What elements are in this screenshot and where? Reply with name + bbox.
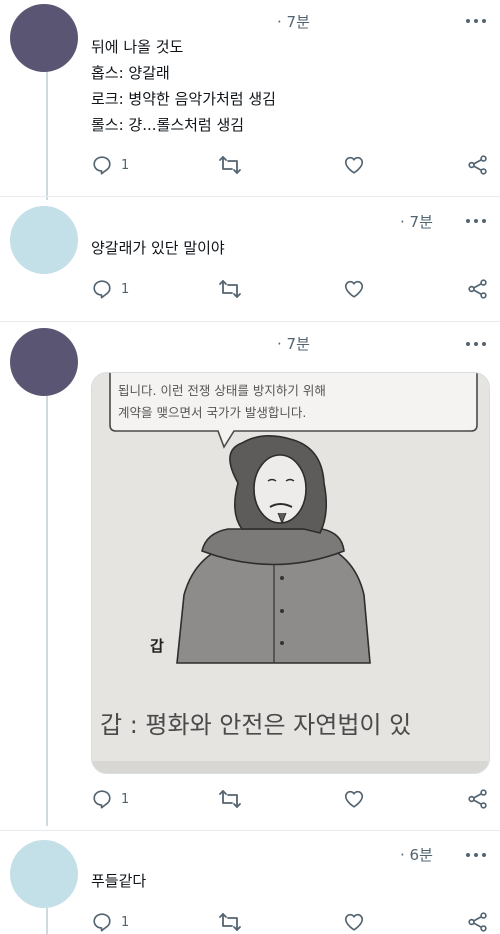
tweet-text: 뒤에 나올 것도 홉스: 양갈래 로크: 병약한 음악가처럼 생김 롤스: 걍.… <box>91 38 276 134</box>
reply-icon <box>91 788 113 810</box>
more-icon[interactable] <box>466 341 486 347</box>
tweet-actions: 1 <box>91 787 491 811</box>
reply-button[interactable]: 1 <box>91 910 129 934</box>
more-icon[interactable] <box>466 218 486 224</box>
like-icon <box>343 154 365 176</box>
tweet-time[interactable]: · 6분 <box>400 844 433 865</box>
thread-line <box>46 70 48 200</box>
tweet-divider <box>0 321 500 322</box>
retweet-button[interactable] <box>218 910 242 934</box>
share-button[interactable] <box>467 153 489 177</box>
tweet-actions: 1 <box>91 910 491 934</box>
tweet-divider <box>0 196 500 197</box>
reply-count: 1 <box>121 281 130 297</box>
like-icon <box>343 278 365 300</box>
thread-line <box>46 396 48 826</box>
retweet-button[interactable] <box>218 277 242 301</box>
tweet-actions: 1 <box>91 153 491 177</box>
bubble-text-line2: 계약을 맺으면서 국가가 발생합니다. <box>118 405 306 420</box>
retweet-icon <box>218 154 242 176</box>
avatar[interactable] <box>10 328 78 396</box>
avatar[interactable] <box>10 4 78 72</box>
reply-count: 1 <box>121 914 130 930</box>
retweet-icon <box>218 278 242 300</box>
retweet-icon <box>218 788 242 810</box>
reply-button[interactable]: 1 <box>91 153 129 177</box>
more-icon[interactable] <box>466 18 486 24</box>
reply-count: 1 <box>121 157 130 173</box>
reply-button[interactable]: 1 <box>91 787 129 811</box>
tweet-text: 푸들같다 <box>91 872 147 890</box>
figure-label: 갑 <box>150 637 164 655</box>
tweet-time[interactable]: · 7분 <box>400 211 433 232</box>
tweet-divider <box>0 830 500 831</box>
share-icon <box>467 788 489 810</box>
tweet-media-image[interactable]: 됩니다. 이런 전쟁 상태를 방지하기 위해 계약을 맺으면서 국가가 발생합니… <box>91 372 490 774</box>
share-button[interactable] <box>467 910 489 934</box>
reply-icon <box>91 154 113 176</box>
like-button[interactable] <box>343 277 365 301</box>
share-button[interactable] <box>467 787 489 811</box>
reply-count: 1 <box>121 791 130 807</box>
share-icon <box>467 154 489 176</box>
share-icon <box>467 278 489 300</box>
share-icon <box>467 911 489 933</box>
thread-line <box>46 908 48 934</box>
reply-icon <box>91 278 113 300</box>
avatar[interactable] <box>10 840 78 908</box>
tweet-time[interactable]: · 7분 <box>277 11 310 32</box>
bubble-text-line1: 됩니다. 이런 전쟁 상태를 방지하기 위해 <box>118 383 326 398</box>
like-button[interactable] <box>343 910 365 934</box>
retweet-icon <box>218 911 242 933</box>
like-icon <box>343 788 365 810</box>
like-icon <box>343 911 365 933</box>
avatar[interactable] <box>10 206 78 274</box>
share-button[interactable] <box>467 277 489 301</box>
tweet-actions: 1 <box>91 277 491 301</box>
retweet-button[interactable] <box>218 153 242 177</box>
like-button[interactable] <box>343 787 365 811</box>
reply-icon <box>91 911 113 933</box>
tweet-time[interactable]: · 7분 <box>277 333 310 354</box>
retweet-button[interactable] <box>218 787 242 811</box>
more-icon[interactable] <box>466 852 486 858</box>
tweet-text: 양갈래가 있단 말이야 <box>91 239 225 257</box>
reply-button[interactable]: 1 <box>91 277 129 301</box>
media-bottom-text: 갑 : 평화와 안전은 자연법이 있 <box>100 711 411 739</box>
like-button[interactable] <box>343 153 365 177</box>
